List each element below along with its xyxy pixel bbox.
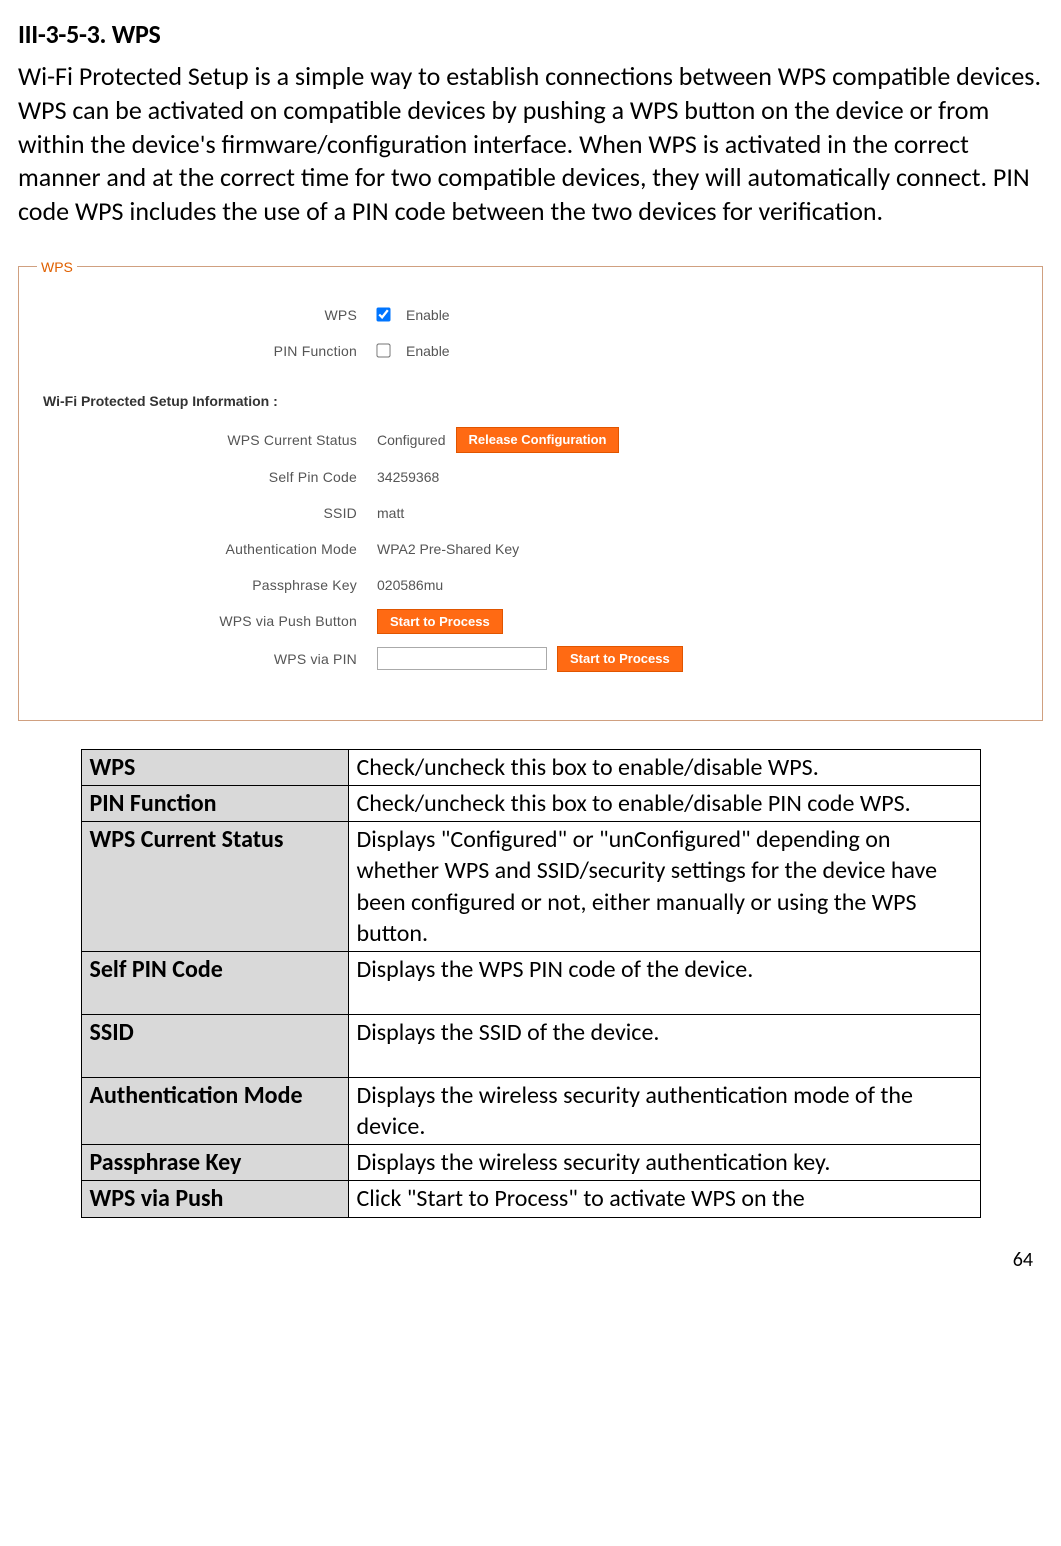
wps-enable-text: Enable	[406, 307, 450, 323]
auth-value: WPA2 Pre-Shared Key	[377, 541, 519, 557]
pinfunc-enable-text: Enable	[406, 343, 450, 359]
ssid-value: matt	[377, 505, 404, 521]
table-key: WPS	[81, 749, 348, 785]
table-row: WPS via Push Click "Start to Process" to…	[81, 1181, 980, 1217]
wps-screenshot: WPS WPS Enable PIN Function Enable Wi-Fi…	[18, 259, 1043, 721]
table-key: WPS Current Status	[81, 822, 348, 952]
page-number: 64	[18, 1218, 1043, 1282]
pass-label: Passphrase Key	[37, 577, 377, 593]
table-val: Displays the SSID of the device.	[348, 1014, 980, 1077]
status-value: Configured	[377, 432, 446, 448]
auth-label: Authentication Mode	[37, 541, 377, 557]
table-row: Self PIN Code Displays the WPS PIN code …	[81, 951, 980, 1014]
description-table: WPS Check/uncheck this box to enable/dis…	[81, 749, 981, 1218]
row-wps: WPS Enable	[37, 303, 1024, 327]
table-val: Displays the wireless security authentic…	[348, 1145, 980, 1181]
table-val: Displays the WPS PIN code of the device.	[348, 951, 980, 1014]
pinfunc-label: PIN Function	[37, 343, 377, 359]
table-val: Check/uncheck this box to enable/disable…	[348, 749, 980, 785]
table-val: Displays "Configured" or "unConfigured" …	[348, 822, 980, 952]
wps-label: WPS	[37, 307, 377, 323]
row-pin-function: PIN Function Enable	[37, 339, 1024, 363]
table-key: Passphrase Key	[81, 1145, 348, 1181]
status-label: WPS Current Status	[37, 432, 377, 448]
table-val: Displays the wireless security authentic…	[348, 1077, 980, 1144]
table-key: PIN Function	[81, 785, 348, 821]
table-row: PIN Function Check/uncheck this box to e…	[81, 785, 980, 821]
row-auth: Authentication Mode WPA2 Pre-Shared Key	[37, 537, 1024, 561]
pin-label: WPS via PIN	[37, 651, 377, 667]
pin-start-button[interactable]: Start to Process	[557, 646, 683, 672]
table-val: Click "Start to Process" to activate WPS…	[348, 1181, 980, 1217]
intro-paragraph: Wi-Fi Protected Setup is a simple way to…	[18, 60, 1043, 229]
row-pin: WPS via PIN Start to Process	[37, 646, 1024, 672]
ssid-label: SSID	[37, 505, 377, 521]
row-selfpin: Self Pin Code 34259368	[37, 465, 1024, 489]
fieldset-legend: WPS	[37, 259, 77, 275]
row-push: WPS via Push Button Start to Process	[37, 609, 1024, 635]
table-row: WPS Current Status Displays "Configured"…	[81, 822, 980, 952]
table-row: Passphrase Key Displays the wireless sec…	[81, 1145, 980, 1181]
release-config-button[interactable]: Release Configuration	[456, 427, 620, 453]
table-row: Authentication Mode Displays the wireles…	[81, 1077, 980, 1144]
table-key: Authentication Mode	[81, 1077, 348, 1144]
wps-checkbox[interactable]	[376, 308, 390, 322]
pass-value: 020586mu	[377, 577, 443, 593]
push-label: WPS via Push Button	[37, 613, 377, 629]
table-val: Check/uncheck this box to enable/disable…	[348, 785, 980, 821]
selfpin-label: Self Pin Code	[37, 469, 377, 485]
row-passphrase: Passphrase Key 020586mu	[37, 573, 1024, 597]
table-row: WPS Check/uncheck this box to enable/dis…	[81, 749, 980, 785]
wps-fieldset: WPS WPS Enable PIN Function Enable Wi-Fi…	[18, 259, 1043, 721]
table-key: Self PIN Code	[81, 951, 348, 1014]
table-row: SSID Displays the SSID of the device.	[81, 1014, 980, 1077]
pin-input[interactable]	[377, 647, 547, 670]
row-ssid: SSID matt	[37, 501, 1024, 525]
pinfunc-checkbox[interactable]	[376, 344, 390, 358]
table-key: WPS via Push	[81, 1181, 348, 1217]
row-status: WPS Current Status Configured Release Co…	[37, 427, 1024, 453]
section-heading: III-3-5-3. WPS	[18, 18, 1043, 50]
push-start-button[interactable]: Start to Process	[377, 609, 503, 635]
info-section-head: Wi-Fi Protected Setup Information :	[43, 393, 1024, 409]
selfpin-value: 34259368	[377, 469, 439, 485]
table-key: SSID	[81, 1014, 348, 1077]
